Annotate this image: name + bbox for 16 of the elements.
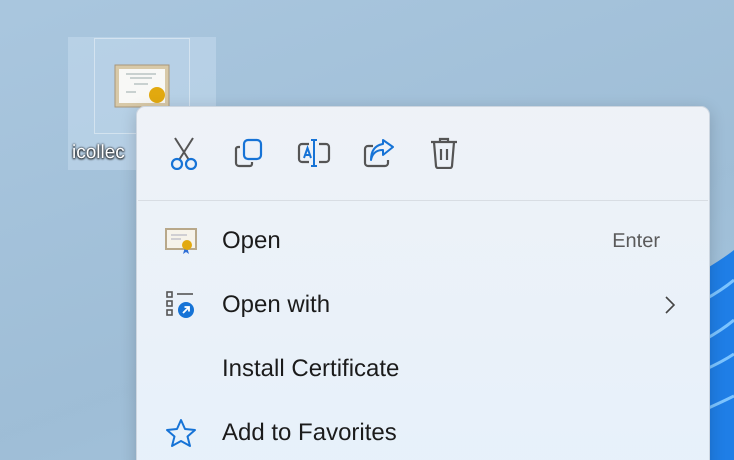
star-icon bbox=[165, 418, 197, 448]
file-name-label: icollec bbox=[72, 142, 125, 164]
menu-item[interactable]: Open with bbox=[137, 273, 709, 337]
rename-icon bbox=[297, 138, 331, 168]
trash-icon bbox=[429, 137, 459, 169]
certificate-thumbnail-icon bbox=[114, 64, 170, 108]
scissors-icon bbox=[169, 136, 199, 170]
copy-icon bbox=[234, 138, 264, 168]
menu-item[interactable]: Add to Favorites bbox=[137, 401, 709, 460]
app-list-icon bbox=[165, 290, 197, 320]
certificate-icon bbox=[165, 227, 197, 255]
menu-item[interactable]: Open Enter bbox=[137, 209, 709, 273]
shortcut-label: Enter bbox=[612, 230, 660, 252]
chevron-right-icon bbox=[665, 296, 675, 314]
menu-item[interactable]: Install Certificate bbox=[137, 337, 709, 401]
share-icon bbox=[363, 138, 395, 168]
